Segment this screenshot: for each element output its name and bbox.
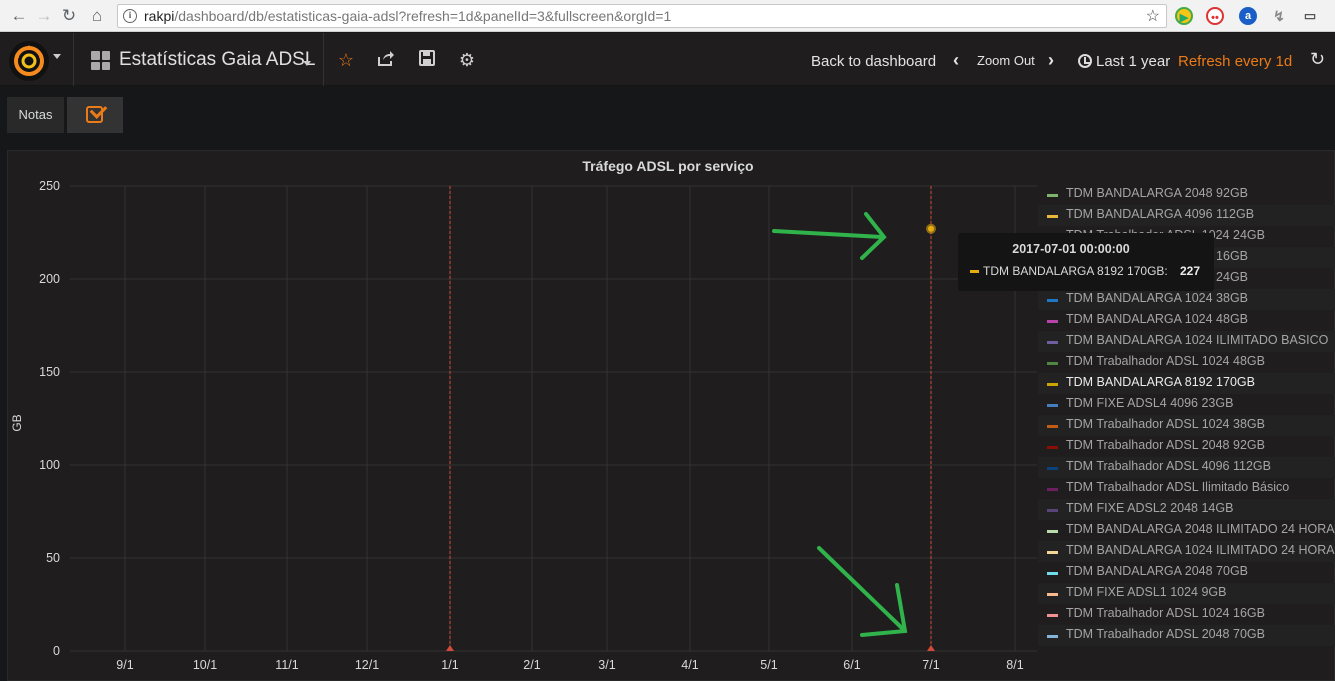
x-tick-label: 6/1 [843,658,860,672]
x-tick-label: 10/1 [193,658,217,672]
legend-swatch[interactable] [1047,446,1058,449]
tooltip-series-name: TDM BANDALARGA 8192 170GB: [983,264,1168,278]
legend-item[interactable]: TDM Trabalhador ADSL 4096 112GB [1038,457,1335,478]
legend-item[interactable]: TDM Trabalhador ADSL 2048 70GB [1038,625,1335,646]
legend-swatch[interactable] [1047,215,1058,218]
x-tick-label: 5/1 [760,658,777,672]
y-axis-label: GB [10,414,24,431]
x-tick-label: 4/1 [681,658,698,672]
legend-swatch[interactable] [1047,593,1058,596]
legend-label[interactable]: TDM BANDALARGA 2048 ILIMITADO 24 HORAS [1066,522,1335,536]
legend-item[interactable]: TDM Trabalhador ADSL 1024 38GB [1038,415,1335,436]
legend-label[interactable]: TDM Trabalhador ADSL 1024 38GB [1066,417,1265,431]
legend-swatch[interactable] [1047,425,1058,428]
legend-label[interactable]: TDM Trabalhador ADSL 2048 92GB [1066,438,1265,452]
legend-label[interactable]: TDM FIXE ADSL4 4096 23GB [1066,396,1233,410]
annotation-marker [927,645,935,651]
legend-label[interactable]: TDM Trabalhador ADSL 4096 112GB [1066,459,1271,473]
x-tick-label: 12/1 [355,658,379,672]
legend-item[interactable]: TDM Trabalhador ADSL 2048 92GB [1038,436,1335,457]
legend-swatch[interactable] [1047,194,1058,197]
legend-label[interactable]: TDM BANDALARGA 8192 170GB [1066,375,1255,389]
y-tick-label: 200 [39,272,60,286]
legend-label[interactable]: TDM Trabalhador ADSL 1024 16GB [1066,606,1265,620]
legend-swatch[interactable] [1047,383,1058,386]
legend-swatch[interactable] [1047,614,1058,617]
legend-label[interactable]: TDM BANDALARGA 1024 38GB [1066,291,1248,305]
legend-label[interactable]: TDM BANDALARGA 2048 70GB [1066,564,1248,578]
x-tick-label: 2/1 [523,658,540,672]
green-arrow [817,546,908,637]
legend-item[interactable]: TDM FIXE ADSL1 1024 9GB [1038,583,1335,604]
legend-label[interactable]: TDM BANDALARGA 1024 ILIMITADO BASICO [1066,333,1328,347]
y-tick-label: 100 [39,458,60,472]
x-tick-label: 11/1 [275,658,298,672]
y-tick-label: 250 [39,179,60,193]
legend-swatch[interactable] [1047,572,1058,575]
legend-label[interactable]: TDM FIXE ADSL1 1024 9GB [1066,585,1227,599]
legend-item[interactable]: TDM BANDALARGA 1024 ILIMITADO BASICO [1038,331,1335,352]
x-tick-label: 3/1 [598,658,615,672]
legend-item[interactable]: TDM FIXE ADSL4 4096 23GB [1038,394,1335,415]
legend-item[interactable]: TDM BANDALARGA 2048 70GB [1038,562,1335,583]
legend-item[interactable]: TDM BANDALARGA 2048 ILIMITADO 24 HORAS [1038,520,1335,541]
x-tick-label: 8/1 [1006,658,1023,672]
legend-label[interactable]: TDM FIXE ADSL2 2048 14GB [1066,501,1233,515]
legend-label[interactable]: TDM BANDALARGA 1024 48GB [1066,312,1248,326]
legend-swatch[interactable] [1047,488,1058,491]
legend-item[interactable]: TDM BANDALARGA 8192 170GB [1038,373,1335,394]
y-tick-label: 50 [46,551,60,565]
chart-tooltip: 2017-07-01 00:00:00 TDM BANDALARGA 8192 … [958,233,1214,291]
tooltip-time: 2017-07-01 00:00:00 [1012,242,1130,256]
legend-swatch[interactable] [1047,404,1058,407]
y-tick-label: 0 [53,644,60,658]
legend-label[interactable]: TDM BANDALARGA 1024 ILIMITADO 24 HORAS [1066,543,1335,557]
legend-item[interactable]: TDM BANDALARGA 2048 92GB [1038,184,1335,205]
legend-swatch[interactable] [1047,551,1058,554]
legend-label[interactable]: TDM Trabalhador ADSL 1024 48GB [1066,354,1265,368]
data-point [928,225,934,232]
tooltip-series-swatch [970,270,979,273]
x-tick-label: 7/1 [922,658,939,672]
legend-label[interactable]: TDM Trabalhador ADSL 2048 70GB [1066,627,1265,641]
legend-label[interactable]: TDM Trabalhador ADSL Ilimitado Básico [1066,480,1289,494]
x-tick-label: 1/1 [441,658,458,672]
legend-label[interactable]: TDM BANDALARGA 2048 92GB [1066,186,1248,200]
legend-swatch[interactable] [1047,635,1058,638]
y-tick-label: 150 [39,365,60,379]
legend-item[interactable]: TDM BANDALARGA 1024 ILIMITADO 24 HORAS [1038,541,1335,562]
legend-swatch[interactable] [1047,509,1058,512]
legend-swatch[interactable] [1047,530,1058,533]
x-tick-label: 9/1 [116,658,133,672]
green-arrow [772,212,887,260]
legend-swatch[interactable] [1047,341,1058,344]
annotation-marker [446,645,454,651]
tooltip-value: 227 [1180,264,1201,278]
legend-label[interactable]: TDM BANDALARGA 4096 112GB [1066,207,1254,221]
legend-swatch[interactable] [1047,320,1058,323]
legend-swatch[interactable] [1047,467,1058,470]
legend-item[interactable]: TDM Trabalhador ADSL 1024 16GB [1038,604,1335,625]
legend-item[interactable]: TDM Trabalhador ADSL 1024 48GB [1038,352,1335,373]
legend-swatch[interactable] [1047,362,1058,365]
legend-item[interactable]: TDM FIXE ADSL2 2048 14GB [1038,499,1335,520]
legend-item[interactable]: TDM BANDALARGA 1024 48GB [1038,310,1335,331]
legend-item[interactable]: TDM Trabalhador ADSL Ilimitado Básico [1038,478,1335,499]
legend-item[interactable]: TDM BANDALARGA 1024 38GB [1038,289,1335,310]
legend-swatch[interactable] [1047,299,1058,302]
legend-item[interactable]: TDM BANDALARGA 4096 112GB [1038,205,1335,226]
